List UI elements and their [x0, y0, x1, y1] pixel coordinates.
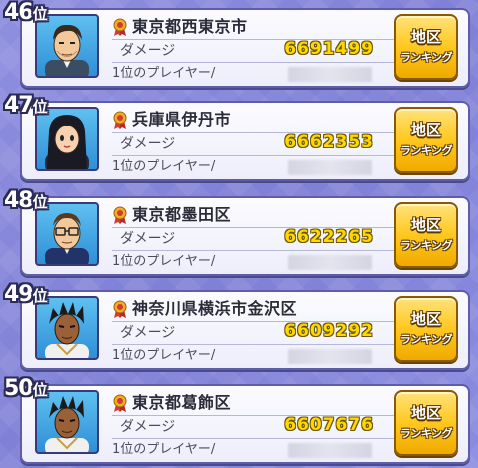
- damage-label: ダメージ: [120, 325, 176, 341]
- divider: [112, 250, 394, 251]
- rank-label: 50位: [4, 376, 48, 402]
- top-player-label: 1位のプレイヤー/: [112, 254, 216, 269]
- top-player-name-blurred: [288, 349, 372, 364]
- ranking-card: 神奈川県横浜市金沢区 ダメージ 6609292 1位のプレイヤー/ 地区 ランキ…: [20, 290, 470, 370]
- medal-icon: [113, 394, 127, 412]
- button-label-line2: ランキング: [399, 333, 453, 346]
- region-name: 東京都西東京市: [132, 17, 248, 36]
- divider: [112, 344, 394, 345]
- rank-label: 46位: [4, 0, 48, 26]
- button-label-line1: 地区: [410, 121, 441, 139]
- button-label-line2: ランキング: [399, 51, 453, 64]
- damage-label: ダメージ: [120, 231, 176, 247]
- rank-label: 48位: [4, 188, 48, 214]
- region-title: 神奈川県横浜市金沢区: [112, 298, 392, 320]
- top-player-name-blurred: [288, 443, 372, 458]
- damage-value: 6691499: [284, 39, 374, 59]
- region-name: 東京都墨田区: [132, 205, 232, 224]
- district-ranking-button[interactable]: 地区 ランキング: [394, 107, 458, 173]
- ranking-row: 48位 東京都墨田区 ダメージ 6622265 1位のプレイヤー/ 地区 ランキ…: [0, 188, 478, 280]
- rank-number: 46: [4, 0, 34, 25]
- button-label-line1: 地区: [410, 310, 441, 328]
- button-label-line1: 地区: [410, 404, 441, 422]
- top-player-label: 1位のプレイヤー/: [112, 66, 216, 81]
- button-label-line2: ランキング: [399, 144, 453, 157]
- medal-icon: [113, 300, 127, 318]
- top-player-label: 1位のプレイヤー/: [112, 159, 216, 174]
- button-label-line1: 地区: [410, 216, 441, 234]
- damage-label: ダメージ: [120, 419, 176, 435]
- button-label-line2: ランキング: [399, 239, 453, 252]
- divider: [112, 62, 394, 63]
- damage-value: 6662353: [284, 132, 374, 152]
- medal-icon: [113, 18, 127, 36]
- button-label-line2: ランキング: [399, 427, 453, 440]
- region-name: 東京都葛飾区: [132, 393, 232, 412]
- region-title: 兵庫県伊丹市: [112, 109, 392, 131]
- district-ranking-button[interactable]: 地区 ランキング: [394, 14, 458, 80]
- damage-value: 6609292: [284, 321, 374, 341]
- ranking-card: 兵庫県伊丹市 ダメージ 6662353 1位のプレイヤー/ 地区 ランキング: [20, 101, 470, 181]
- region-title: 東京都墨田区: [112, 204, 392, 226]
- region-name: 兵庫県伊丹市: [132, 110, 232, 129]
- rank-suffix: 位: [32, 5, 48, 23]
- rank-number: 49: [4, 282, 34, 307]
- ranking-row: 46位 東京都西東京市 ダメージ 6691499 1位のプレイヤー/ 地区 ラン…: [0, 0, 478, 92]
- medal-icon: [113, 206, 127, 224]
- region-name: 神奈川県横浜市金沢区: [132, 299, 298, 318]
- top-player-name-blurred: [288, 160, 372, 175]
- ranking-row: 47位 兵庫県伊丹市 ダメージ 6662353 1位のプレイヤー/ 地区 ランキ…: [0, 93, 478, 185]
- ranking-card: 東京都墨田区 ダメージ 6622265 1位のプレイヤー/ 地区 ランキング: [20, 196, 470, 276]
- rank-label: 49位: [4, 282, 48, 308]
- damage-value: 6607676: [284, 415, 374, 435]
- ranking-row: 49位 神奈川県横浜市金沢区 ダメージ 6609292 1位のプレイヤー/ 地区…: [0, 282, 478, 374]
- ranking-list: 46位 東京都西東京市 ダメージ 6691499 1位のプレイヤー/ 地区 ラン…: [0, 0, 478, 468]
- medal-icon: [113, 111, 127, 129]
- button-label-line1: 地区: [410, 28, 441, 46]
- top-player-name-blurred: [288, 255, 372, 270]
- ranking-row: 50位 東京都葛飾区 ダメージ 6607676 1位のプレイヤー/ 地区 ランキ…: [0, 376, 478, 468]
- rank-suffix: 位: [32, 98, 48, 116]
- ranking-card: 東京都葛飾区 ダメージ 6607676 1位のプレイヤー/ 地区 ランキング: [20, 384, 470, 464]
- region-title: 東京都葛飾区: [112, 392, 392, 414]
- district-ranking-button[interactable]: 地区 ランキング: [394, 390, 458, 456]
- top-player-label: 1位のプレイヤー/: [112, 442, 216, 457]
- rank-suffix: 位: [32, 287, 48, 305]
- damage-value: 6622265: [284, 227, 374, 247]
- damage-label: ダメージ: [120, 136, 176, 152]
- rank-suffix: 位: [32, 381, 48, 399]
- district-ranking-button[interactable]: 地区 ランキング: [394, 296, 458, 362]
- rank-suffix: 位: [32, 193, 48, 211]
- region-title: 東京都西東京市: [112, 16, 392, 38]
- rank-label: 47位: [4, 93, 48, 119]
- top-player-name-blurred: [288, 67, 372, 82]
- rank-number: 48: [4, 188, 34, 213]
- divider: [112, 155, 394, 156]
- damage-label: ダメージ: [120, 43, 176, 59]
- rank-number: 47: [4, 93, 34, 118]
- divider: [112, 438, 394, 439]
- district-ranking-button[interactable]: 地区 ランキング: [394, 202, 458, 268]
- rank-number: 50: [4, 376, 34, 401]
- top-player-label: 1位のプレイヤー/: [112, 348, 216, 363]
- ranking-card: 東京都西東京市 ダメージ 6691499 1位のプレイヤー/ 地区 ランキング: [20, 8, 470, 88]
